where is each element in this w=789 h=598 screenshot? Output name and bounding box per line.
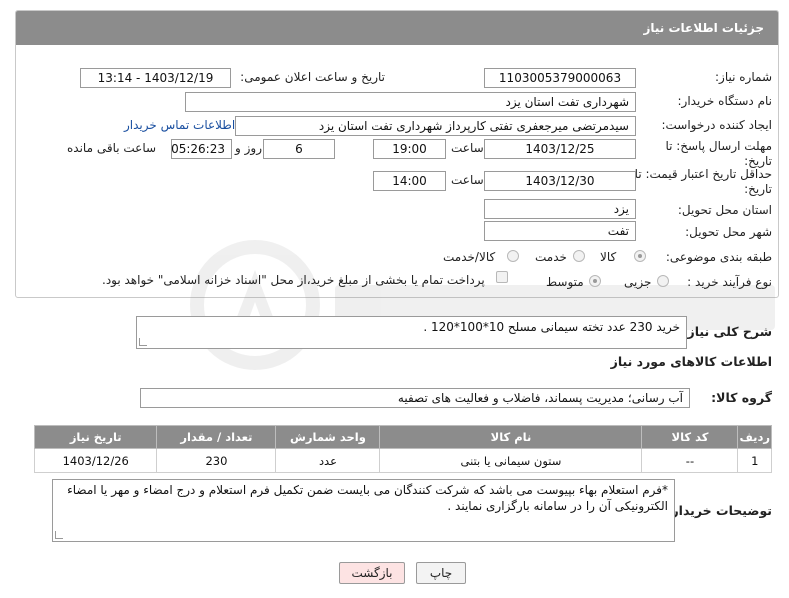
deadline-time-label: ساعت bbox=[451, 141, 484, 155]
buyer-notes-label: توضیحات خریدار: bbox=[666, 503, 772, 518]
buyer-notes-text-area: *فرم استعلام بهاء بپیوست می باشد که شرکت… bbox=[52, 479, 675, 542]
treasury-payment-note: پرداخت تمام یا بخشی از مبلغ خرید،از محل … bbox=[102, 273, 485, 287]
cell-unit: عدد bbox=[275, 448, 381, 473]
summary-label: شرح کلی نیاز: bbox=[682, 324, 772, 339]
buyer-org-field: شهرداری تفت استان یزد bbox=[185, 92, 636, 112]
category-goods-radio[interactable] bbox=[634, 250, 646, 262]
resize-handle-icon[interactable] bbox=[139, 338, 147, 346]
summary-text-area: خرید 230 عدد تخته سیمانی مسلح 10*100*120… bbox=[136, 316, 687, 349]
back-button[interactable]: بازگشت bbox=[339, 562, 405, 584]
delivery-province-field: یزد bbox=[484, 199, 636, 219]
cell-goods-name: ستون سیمانی یا بتنی bbox=[379, 448, 643, 473]
announce-datetime-field: 1403/12/19 - 13:14 bbox=[80, 68, 231, 88]
resize-handle-icon[interactable] bbox=[55, 531, 63, 539]
process-medium-label: متوسط bbox=[546, 275, 584, 289]
cell-quantity: 230 bbox=[156, 448, 277, 473]
deadline-label: مهلت ارسال پاسخ: تا تاریخ: bbox=[665, 139, 772, 168]
goods-table: ردیف کد کالا نام کالا واحد شمارش تعداد /… bbox=[33, 425, 772, 473]
panel-title: جزئیات اطلاعات نیاز bbox=[16, 11, 778, 45]
delivery-province-label: استان محل تحویل: bbox=[677, 203, 772, 217]
table-row: 1 -- ستون سیمانی یا بتنی عدد 230 1403/12… bbox=[33, 448, 772, 473]
process-minor-radio[interactable] bbox=[657, 275, 669, 287]
need-number-field: 1103005379000063 bbox=[484, 68, 636, 88]
cell-goods-code: -- bbox=[641, 448, 739, 473]
days-label: روز و bbox=[235, 141, 262, 155]
goods-group-label: گروه کالا: bbox=[711, 390, 772, 405]
goods-group-field: آب رسانی؛ مدیریت پسماند، فاضلاب و فعالیت… bbox=[140, 388, 690, 408]
buyer-contact-link[interactable]: اطلاعات تماس خریدار bbox=[124, 118, 235, 132]
deadline-date-field: 1403/12/25 bbox=[484, 139, 636, 159]
purchase-process-label: نوع فرآیند خرید : bbox=[687, 275, 772, 289]
remaining-time-field: 05:26:23 bbox=[171, 139, 232, 159]
goods-table-header: ردیف کد کالا نام کالا واحد شمارش تعداد /… bbox=[33, 425, 772, 449]
days-remaining-field: 6 bbox=[263, 139, 335, 159]
summary-text: خرید 230 عدد تخته سیمانی مسلح 10*100*120… bbox=[423, 320, 680, 334]
category-service-radio[interactable] bbox=[573, 250, 585, 262]
category-goods-label: کالا bbox=[600, 250, 617, 264]
price-validity-time-field: 14:00 bbox=[373, 171, 446, 191]
col-goods-name: نام کالا bbox=[379, 425, 643, 449]
remaining-time-label: ساعت باقی مانده bbox=[67, 141, 157, 155]
price-validity-date-field: 1403/12/30 bbox=[484, 171, 636, 191]
treasury-payment-checkbox[interactable] bbox=[496, 271, 508, 283]
goods-section-title: اطلاعات کالاهای مورد نیاز bbox=[610, 354, 772, 369]
process-minor-label: جزیی bbox=[624, 275, 652, 289]
col-quantity: تعداد / مقدار bbox=[156, 425, 277, 449]
buyer-notes-text: *فرم استعلام بهاء بپیوست می باشد که شرکت… bbox=[67, 483, 668, 513]
need-number-label: شماره نیاز: bbox=[715, 70, 772, 84]
process-medium-radio[interactable] bbox=[589, 275, 601, 287]
deadline-time-field: 19:00 bbox=[373, 139, 446, 159]
category-service-label: خدمت bbox=[535, 250, 567, 264]
cell-need-date: 1403/12/26 bbox=[33, 448, 158, 473]
col-unit: واحد شمارش bbox=[275, 425, 381, 449]
category-label: طبقه بندی موضوعی: bbox=[665, 250, 772, 264]
announce-datetime-label: تاریخ و ساعت اعلان عمومی: bbox=[240, 70, 385, 84]
price-validity-time-label: ساعت bbox=[451, 173, 484, 187]
delivery-city-field: تفت bbox=[484, 221, 636, 241]
cell-row-number: 1 bbox=[737, 448, 772, 473]
buyer-org-label: نام دستگاه خریدار: bbox=[677, 94, 773, 108]
category-goods-service-radio[interactable] bbox=[507, 250, 519, 262]
requester-field: سیدمرتضی میرجعفری تفتی کارپرداز شهرداری … bbox=[235, 116, 636, 136]
col-need-date: تاریخ نیاز bbox=[33, 425, 158, 449]
print-button[interactable]: چاپ bbox=[416, 562, 466, 584]
col-goods-code: کد کالا bbox=[641, 425, 739, 449]
price-validity-label: حداقل تاریخ اعتبار قیمت: تا تاریخ: bbox=[634, 167, 772, 196]
delivery-city-label: شهر محل تحویل: bbox=[685, 225, 772, 239]
col-row-number: ردیف bbox=[737, 425, 772, 449]
requester-label: ایجاد کننده درخواست: bbox=[661, 118, 772, 132]
category-goods-service-label: کالا/خدمت bbox=[443, 250, 496, 264]
